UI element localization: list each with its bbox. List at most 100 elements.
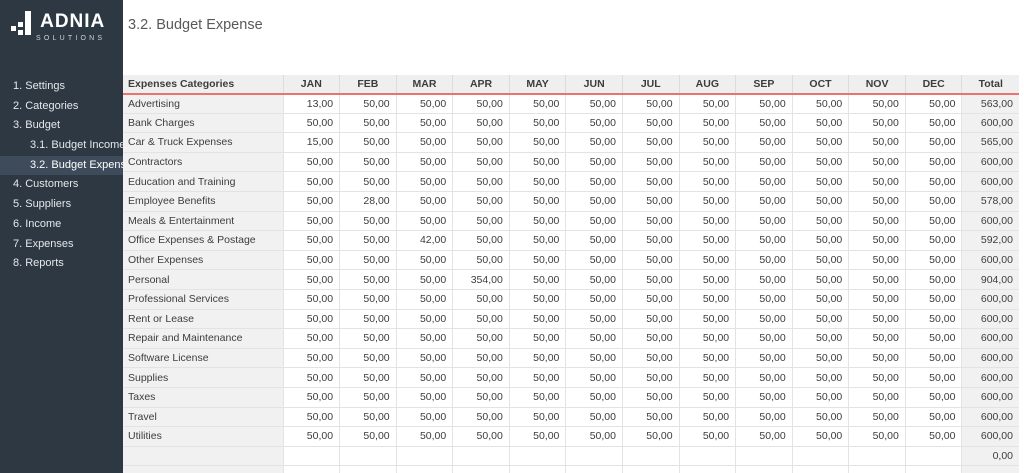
- value-cell[interactable]: 50,00: [679, 250, 736, 270]
- value-cell[interactable]: 50,00: [509, 211, 566, 231]
- value-cell[interactable]: 50,00: [792, 309, 849, 329]
- value-cell[interactable]: [509, 466, 566, 473]
- value-cell[interactable]: 50,00: [396, 94, 453, 114]
- value-cell[interactable]: 50,00: [792, 250, 849, 270]
- value-cell[interactable]: 50,00: [849, 231, 906, 251]
- value-cell[interactable]: 50,00: [622, 387, 679, 407]
- category-cell[interactable]: Repair and Maintenance: [123, 329, 283, 349]
- value-cell[interactable]: 50,00: [622, 191, 679, 211]
- value-cell[interactable]: 50,00: [679, 407, 736, 427]
- value-cell[interactable]: 50,00: [736, 329, 793, 349]
- value-cell[interactable]: 50,00: [509, 348, 566, 368]
- value-cell[interactable]: 50,00: [622, 133, 679, 153]
- value-cell[interactable]: 50,00: [340, 270, 397, 290]
- value-cell[interactable]: 50,00: [396, 427, 453, 447]
- value-cell[interactable]: [622, 466, 679, 473]
- value-cell[interactable]: 50,00: [283, 231, 340, 251]
- value-cell[interactable]: 50,00: [509, 250, 566, 270]
- value-cell[interactable]: 50,00: [453, 309, 510, 329]
- value-cell[interactable]: 50,00: [566, 309, 623, 329]
- value-cell[interactable]: 50,00: [679, 427, 736, 447]
- value-cell[interactable]: 50,00: [905, 133, 962, 153]
- value-cell[interactable]: 50,00: [453, 368, 510, 388]
- value-cell[interactable]: 50,00: [622, 348, 679, 368]
- value-cell[interactable]: 50,00: [736, 250, 793, 270]
- category-cell[interactable]: Car & Truck Expenses: [123, 133, 283, 153]
- value-cell[interactable]: 50,00: [736, 309, 793, 329]
- category-cell[interactable]: Meals & Entertainment: [123, 211, 283, 231]
- value-cell[interactable]: 50,00: [849, 94, 906, 114]
- value-cell[interactable]: 50,00: [792, 329, 849, 349]
- value-cell[interactable]: 50,00: [566, 172, 623, 192]
- value-cell[interactable]: 50,00: [792, 387, 849, 407]
- value-cell[interactable]: 50,00: [849, 329, 906, 349]
- value-cell[interactable]: 50,00: [566, 407, 623, 427]
- value-cell[interactable]: 50,00: [792, 172, 849, 192]
- value-cell[interactable]: 50,00: [736, 348, 793, 368]
- value-cell[interactable]: 50,00: [453, 133, 510, 153]
- value-cell[interactable]: 50,00: [905, 387, 962, 407]
- value-cell[interactable]: 50,00: [905, 94, 962, 114]
- value-cell[interactable]: 50,00: [509, 407, 566, 427]
- value-cell[interactable]: 50,00: [622, 270, 679, 290]
- value-cell[interactable]: 50,00: [905, 172, 962, 192]
- value-cell[interactable]: 50,00: [509, 368, 566, 388]
- sidebar-item-2-categories[interactable]: 2. Categories: [0, 97, 123, 117]
- value-cell[interactable]: 50,00: [396, 113, 453, 133]
- value-cell[interactable]: 50,00: [736, 368, 793, 388]
- category-cell[interactable]: Employee Benefits: [123, 191, 283, 211]
- value-cell[interactable]: 50,00: [453, 152, 510, 172]
- value-cell[interactable]: 50,00: [792, 231, 849, 251]
- value-cell[interactable]: 50,00: [566, 348, 623, 368]
- value-cell[interactable]: 50,00: [792, 407, 849, 427]
- category-cell[interactable]: Advertising: [123, 94, 283, 114]
- category-cell[interactable]: Contractors: [123, 152, 283, 172]
- value-cell[interactable]: 50,00: [453, 427, 510, 447]
- category-cell[interactable]: Education and Training: [123, 172, 283, 192]
- value-cell[interactable]: 50,00: [622, 172, 679, 192]
- value-cell[interactable]: 50,00: [905, 191, 962, 211]
- value-cell[interactable]: 50,00: [849, 211, 906, 231]
- value-cell[interactable]: [849, 466, 906, 473]
- value-cell[interactable]: 50,00: [736, 113, 793, 133]
- value-cell[interactable]: 50,00: [396, 191, 453, 211]
- category-cell[interactable]: Taxes: [123, 387, 283, 407]
- value-cell[interactable]: 50,00: [340, 289, 397, 309]
- value-cell[interactable]: [905, 446, 962, 466]
- value-cell[interactable]: [283, 466, 340, 473]
- sidebar-item-1-settings[interactable]: 1. Settings: [0, 77, 123, 97]
- value-cell[interactable]: 50,00: [283, 113, 340, 133]
- value-cell[interactable]: 50,00: [679, 309, 736, 329]
- value-cell[interactable]: 50,00: [509, 329, 566, 349]
- value-cell[interactable]: [849, 446, 906, 466]
- value-cell[interactable]: 50,00: [849, 387, 906, 407]
- value-cell[interactable]: 50,00: [736, 133, 793, 153]
- value-cell[interactable]: 50,00: [736, 172, 793, 192]
- value-cell[interactable]: 50,00: [849, 133, 906, 153]
- value-cell[interactable]: [566, 466, 623, 473]
- value-cell[interactable]: 50,00: [566, 387, 623, 407]
- value-cell[interactable]: 50,00: [905, 211, 962, 231]
- sidebar-item-4-customers[interactable]: 4. Customers: [0, 175, 123, 195]
- value-cell[interactable]: 50,00: [283, 427, 340, 447]
- value-cell[interactable]: 50,00: [396, 250, 453, 270]
- value-cell[interactable]: 50,00: [679, 133, 736, 153]
- sidebar-item-5-suppliers[interactable]: 5. Suppliers: [0, 195, 123, 215]
- value-cell[interactable]: [453, 446, 510, 466]
- value-cell[interactable]: [905, 466, 962, 473]
- value-cell[interactable]: 50,00: [679, 387, 736, 407]
- value-cell[interactable]: 50,00: [396, 211, 453, 231]
- value-cell[interactable]: 50,00: [396, 309, 453, 329]
- value-cell[interactable]: [283, 446, 340, 466]
- category-cell[interactable]: Supplies: [123, 368, 283, 388]
- value-cell[interactable]: 50,00: [566, 152, 623, 172]
- value-cell[interactable]: 50,00: [736, 270, 793, 290]
- value-cell[interactable]: 50,00: [736, 231, 793, 251]
- value-cell[interactable]: 50,00: [736, 191, 793, 211]
- value-cell[interactable]: 50,00: [566, 250, 623, 270]
- value-cell[interactable]: 13,00: [283, 94, 340, 114]
- value-cell[interactable]: 50,00: [453, 289, 510, 309]
- value-cell[interactable]: [736, 446, 793, 466]
- category-cell[interactable]: [123, 446, 283, 466]
- value-cell[interactable]: 50,00: [396, 172, 453, 192]
